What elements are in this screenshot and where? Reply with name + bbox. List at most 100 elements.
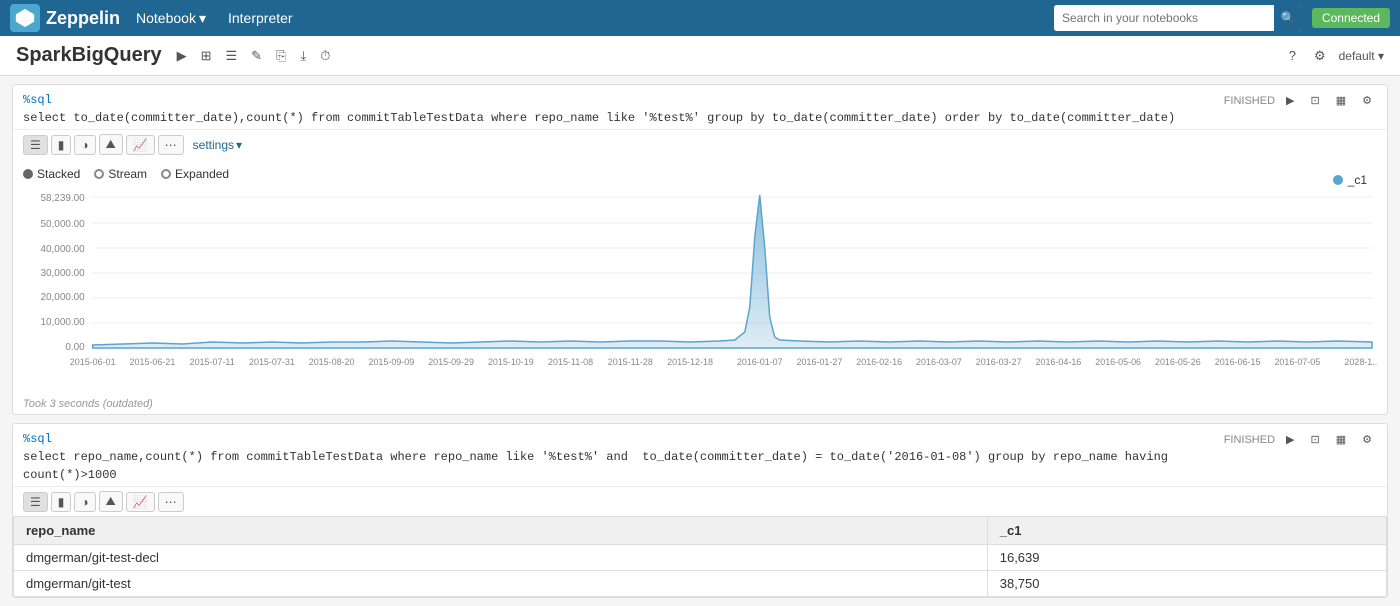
svg-text:30,000.00: 30,000.00 <box>40 268 85 279</box>
cell-1-footer: Took 3 seconds (outdated) <box>13 394 1387 414</box>
search-box: 🔍 <box>1054 5 1302 31</box>
chart-svg-wrapper: 58,239.00 50,000.00 40,000.00 30,000.00 … <box>23 187 1377 390</box>
cell-1-status: FINISHED ▶ ⊡ ▦ ⚙ <box>1224 91 1377 110</box>
page-title: SparkBigQuery <box>16 44 162 67</box>
page-title-bar: SparkBigQuery ▶ ⊞ ☰ ✎ ⎘ ⤓ ⏱ ? ⚙ default … <box>0 36 1400 76</box>
navbar: Zeppelin Notebook ▾ Interpreter 🔍 Connec… <box>0 0 1400 36</box>
cell-settings-button[interactable]: ⚙ <box>1357 91 1377 110</box>
cell2-table-button[interactable]: ▦ <box>1331 430 1351 449</box>
table-body: dmgerman/git-test-decl16,639dmgerman/git… <box>14 545 1387 597</box>
chart-line-btn[interactable]: 📈 <box>126 135 155 155</box>
svg-text:2016-01-27: 2016-01-27 <box>797 357 843 367</box>
svg-text:2016-01-07: 2016-01-07 <box>737 357 783 367</box>
help-button[interactable]: ? <box>1284 45 1301 66</box>
settings-button[interactable]: ⚙ <box>1309 45 1331 67</box>
list-button[interactable]: ☰ <box>221 45 243 67</box>
cell2-run-button[interactable]: ▶ <box>1281 430 1299 449</box>
default-dropdown[interactable]: default ▾ <box>1339 49 1384 63</box>
cell-1-code: %sql select to_date(committer_date),coun… <box>23 91 1216 127</box>
svg-text:2015-12-18: 2015-12-18 <box>667 357 713 367</box>
legend-label: _c1 <box>1348 173 1367 187</box>
svg-text:2015-09-29: 2015-09-29 <box>428 357 474 367</box>
svg-text:2016-05-06: 2016-05-06 <box>1095 357 1141 367</box>
stacked-option[interactable]: Stacked <box>23 167 80 181</box>
svg-text:2015-08-20: 2015-08-20 <box>309 357 355 367</box>
svg-text:2016-02-16: 2016-02-16 <box>856 357 902 367</box>
svg-text:2016-04-16: 2016-04-16 <box>1036 357 1082 367</box>
cell-2: %sql select repo_name,count(*) from comm… <box>12 423 1388 598</box>
cell-2-status: FINISHED ▶ ⊡ ▦ ⚙ <box>1224 430 1377 449</box>
svg-text:2015-07-31: 2015-07-31 <box>249 357 295 367</box>
download-button[interactable]: ⤓ <box>295 45 311 67</box>
svg-text:2028-1...: 2028-1... <box>1344 357 1377 367</box>
cell-run-button[interactable]: ▶ <box>1281 91 1299 110</box>
cell-1: %sql select to_date(committer_date),coun… <box>12 84 1388 415</box>
cell2-pie-btn[interactable]: ◑ <box>74 492 95 512</box>
svg-text:2015-09-09: 2015-09-09 <box>368 357 414 367</box>
svg-text:2016-03-07: 2016-03-07 <box>916 357 962 367</box>
expanded-radio <box>161 169 171 179</box>
stream-radio <box>94 169 104 179</box>
nav-interpreter[interactable]: Interpreter <box>222 10 299 26</box>
chart-area-btn[interactable]: ⛰ <box>99 134 123 155</box>
run-all-button[interactable]: ▶ <box>172 45 192 67</box>
svg-text:2015-06-21: 2015-06-21 <box>130 357 176 367</box>
svg-text:50,000.00: 50,000.00 <box>40 219 85 230</box>
cell-1-header: %sql select to_date(committer_date),coun… <box>13 85 1387 129</box>
cell2-bar-btn[interactable]: ▮ <box>51 492 72 512</box>
table-row: dmgerman/git-test-decl16,639 <box>14 545 1387 571</box>
cell-c1: 38,750 <box>987 571 1386 597</box>
schedule-button[interactable]: ⏱ <box>315 45 335 67</box>
col-repo-name: repo_name <box>14 517 988 545</box>
chevron-down-icon: ▾ <box>199 10 206 27</box>
svg-text:2015-11-28: 2015-11-28 <box>608 357 653 367</box>
svg-text:2016-07-05: 2016-07-05 <box>1274 357 1320 367</box>
page-toolbar: ▶ ⊞ ☰ ✎ ⎘ ⤓ ⏱ <box>172 45 336 67</box>
search-button[interactable]: 🔍 <box>1274 5 1302 31</box>
settings-link[interactable]: settings ▾ <box>193 138 242 152</box>
legend-dot <box>1333 175 1343 185</box>
cell2-line-btn[interactable]: 📈 <box>126 492 155 512</box>
cell-repo-name: dmgerman/git-test-decl <box>14 545 988 571</box>
table-row: dmgerman/git-test38,750 <box>14 571 1387 597</box>
svg-text:2015-10-19: 2015-10-19 <box>488 357 534 367</box>
cell2-area-btn[interactable]: ⛰ <box>99 491 123 512</box>
layout-button[interactable]: ⊞ <box>196 45 217 67</box>
edit-button[interactable]: ✎ <box>246 45 267 67</box>
stream-option[interactable]: Stream <box>94 167 147 181</box>
svg-text:10,000.00: 10,000.00 <box>40 317 85 328</box>
chart-table-btn[interactable]: ☰ <box>23 135 48 155</box>
svg-text:2015-11-08: 2015-11-08 <box>548 357 593 367</box>
svg-text:2016-06-15: 2016-06-15 <box>1215 357 1261 367</box>
cell2-table-btn[interactable]: ☰ <box>23 492 48 512</box>
search-input[interactable] <box>1054 5 1274 31</box>
cell-table-button[interactable]: ▦ <box>1331 91 1351 110</box>
chevron-down-icon: ▾ <box>236 138 242 152</box>
cell2-expand-button[interactable]: ⊡ <box>1306 430 1325 449</box>
svg-text:0.00: 0.00 <box>65 342 85 353</box>
chart-scatter-btn[interactable]: ⋯ <box>158 135 184 155</box>
stacked-radio <box>23 169 33 179</box>
svg-text:2015-07-11: 2015-07-11 <box>190 357 235 367</box>
chart-pie-btn[interactable]: ◑ <box>74 135 95 155</box>
cell2-settings-button[interactable]: ⚙ <box>1357 430 1377 449</box>
expanded-option[interactable]: Expanded <box>161 167 229 181</box>
svg-text:2016-05-26: 2016-05-26 <box>1155 357 1201 367</box>
chart-options: Stacked Stream Expanded <box>23 167 1377 181</box>
chart-bar-btn[interactable]: ▮ <box>51 135 72 155</box>
logo-text: Zeppelin <box>46 8 120 29</box>
cell-c1: 16,639 <box>987 545 1386 571</box>
cell-2-code: %sql select repo_name,count(*) from comm… <box>23 430 1216 484</box>
cell-1-chart-toolbar: ☰ ▮ ◑ ⛰ 📈 ⋯ settings ▾ <box>13 129 1387 159</box>
svg-text:58,239.00: 58,239.00 <box>40 193 85 204</box>
logo: Zeppelin <box>10 4 120 32</box>
cell-2-chart-toolbar: ☰ ▮ ◑ ⛰ 📈 ⋯ <box>13 486 1387 516</box>
area-chart: 58,239.00 50,000.00 40,000.00 30,000.00 … <box>23 187 1377 387</box>
cell-expand-button[interactable]: ⊡ <box>1306 91 1325 110</box>
nav-notebook[interactable]: Notebook ▾ <box>130 10 212 27</box>
svg-text:2015-06-01: 2015-06-01 <box>70 357 116 367</box>
cell-repo-name: dmgerman/git-test <box>14 571 988 597</box>
cell2-scatter-btn[interactable]: ⋯ <box>158 492 184 512</box>
cell-1-chart-area: Stacked Stream Expanded _c1 58,239.00 50… <box>13 159 1387 394</box>
copy-button[interactable]: ⎘ <box>271 45 291 67</box>
